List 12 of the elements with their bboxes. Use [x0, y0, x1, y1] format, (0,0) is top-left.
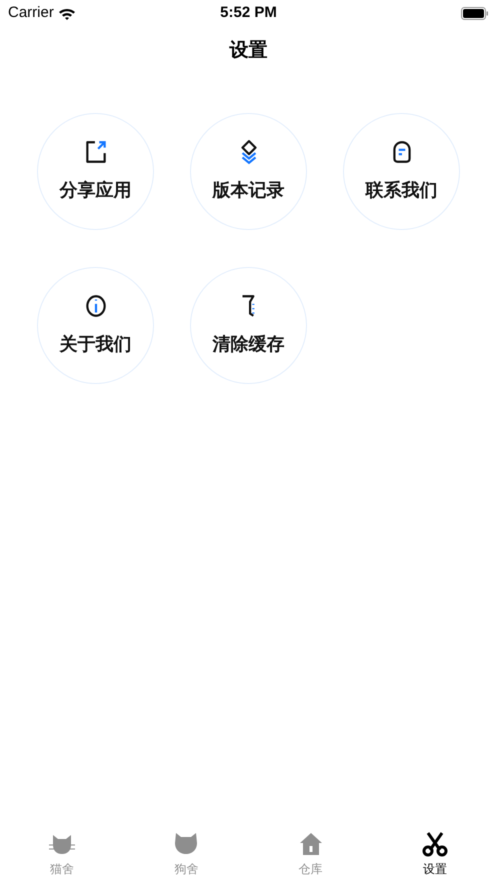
settings-option[interactable]: 联系我们: [343, 113, 460, 230]
battery-icon: [461, 6, 489, 20]
scissors-icon: [420, 830, 449, 856]
carrier-text: Carrier: [8, 2, 54, 23]
settings-option[interactable]: 清除缓存: [190, 267, 307, 384]
settings-option[interactable]: 版本记录: [190, 113, 307, 230]
tab-bar-item[interactable]: 设置: [372, 827, 497, 881]
clock-text: 5:52 PM: [220, 2, 277, 23]
settings-option[interactable]: 关于我们: [37, 267, 154, 384]
wifi-icon: [58, 6, 76, 20]
page-title: 设置: [230, 38, 268, 63]
settings-option[interactable]: 分享应用: [37, 113, 154, 230]
